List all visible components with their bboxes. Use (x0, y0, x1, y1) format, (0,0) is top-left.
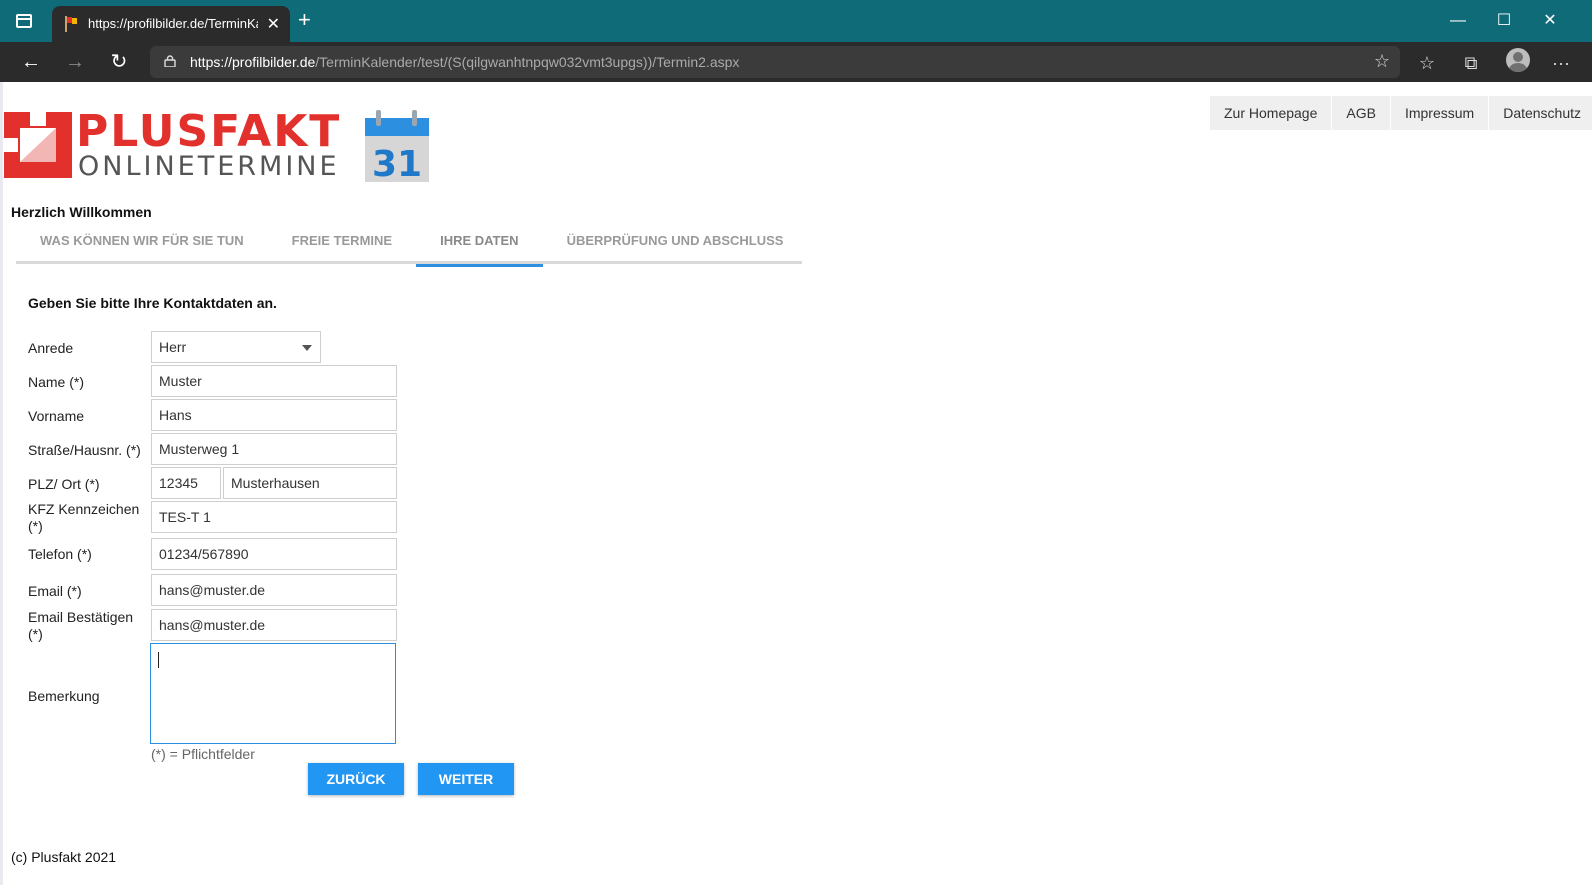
ort-input[interactable]: Musterhausen (223, 467, 397, 499)
vorname-label: Vorname (28, 408, 85, 424)
name-label: Name (*) (28, 374, 85, 390)
logo-text-plusfakt: PLUSFAKT (76, 106, 342, 157)
collections-icon[interactable]: ⧉ (1458, 50, 1484, 76)
browser-toolbar: ← → ↻ https://profilbilder.de/TerminKale… (0, 42, 1592, 82)
close-tab-icon[interactable]: ✕ (267, 14, 280, 34)
step-review[interactable]: ÜBERPRÜFUNG UND ABSCHLUSS (543, 232, 808, 264)
refresh-icon[interactable]: ↻ (104, 48, 134, 76)
url-path: /TerminKalender/test/(S(qilgwanhtnpqw032… (315, 54, 740, 70)
email-confirm-label-line2: (*) (28, 626, 43, 642)
plusfakt-cross-icon (4, 112, 72, 178)
telefon-label: Telefon (*) (28, 546, 92, 562)
anrede-select[interactable]: Herr (151, 331, 321, 363)
anrede-selected-value: Herr (159, 339, 187, 355)
kfz-input[interactable]: TES-T 1 (151, 501, 397, 533)
bemerkung-textarea[interactable] (150, 643, 396, 744)
telefon-input[interactable]: 01234/567890 (151, 538, 397, 570)
browser-tab[interactable]: https://profilbilder.de/TerminKalender/t… (52, 6, 290, 42)
next-button[interactable]: WEITER (418, 763, 514, 795)
tab-actions-icon[interactable] (16, 14, 32, 28)
step-your-data[interactable]: IHRE DATEN (416, 232, 544, 267)
step-progress: WAS KÖNNEN WIR FÜR SIE TUN FREIE TERMINE… (16, 232, 802, 267)
new-tab-icon[interactable]: + (298, 9, 311, 31)
email-confirm-label-line1: Email Bestätigen (28, 609, 134, 625)
email-input[interactable]: hans@muster.de (151, 574, 397, 606)
welcome-text: Herzlich Willkommen (11, 204, 152, 220)
nav-link-datenschutz[interactable]: Datenschutz (1488, 96, 1592, 130)
nav-link-agb[interactable]: AGB (1331, 96, 1390, 130)
bemerkung-label: Bemerkung (28, 688, 100, 704)
email-confirm-input[interactable]: hans@muster.de (151, 609, 397, 641)
maximize-icon[interactable]: ☐ (1484, 6, 1524, 36)
strasse-input[interactable]: Musterweg 1 (151, 433, 397, 465)
required-fields-note: (*) = Pflichtfelder (151, 746, 255, 762)
window-close-icon[interactable]: ✕ (1530, 6, 1570, 36)
dropdown-arrow-icon (302, 345, 312, 351)
nav-link-impressum[interactable]: Impressum (1389, 96, 1489, 130)
text-caret (158, 652, 159, 668)
favorites-icon[interactable]: ☆ (1414, 50, 1440, 76)
plz-input[interactable]: 12345 (151, 467, 221, 499)
kfz-label-line2: (*) (28, 518, 43, 534)
browser-titlebar: https://profilbilder.de/TerminKalender/t… (0, 0, 1592, 42)
kfz-label-line1: KFZ Kennzeichen (28, 501, 140, 517)
footer-copyright: (c) Plusfakt 2021 (11, 849, 117, 865)
minimize-icon[interactable]: — (1438, 6, 1478, 36)
form-instruction: Geben Sie bitte Ihre Kontaktdaten an. (28, 295, 277, 311)
strasse-label: Straße/Hausnr. (*) (28, 442, 141, 458)
site-favicon-icon (65, 16, 77, 32)
plz-ort-label: PLZ/ Ort (*) (28, 476, 100, 492)
page-content: PLUSFAKT ONLINETERMINE 31 Zur Homepage A… (0, 82, 1592, 885)
url-host: https://profilbilder.de (190, 54, 316, 70)
calendar-icon: 31 (365, 110, 429, 182)
back-button[interactable]: ZURÜCK (308, 763, 404, 795)
url-text[interactable]: https://profilbilder.de/TerminKalender/t… (190, 54, 739, 70)
kfz-label: KFZ Kennzeichen (*) (28, 501, 139, 535)
profile-avatar[interactable] (1506, 48, 1530, 72)
address-bar[interactable]: https://profilbilder.de/TerminKalender/t… (150, 46, 1400, 78)
step-services[interactable]: WAS KÖNNEN WIR FÜR SIE TUN (16, 232, 268, 264)
vorname-input[interactable]: Hans (151, 399, 397, 431)
add-favorite-icon[interactable]: ☆ (1374, 51, 1390, 72)
nav-link-homepage[interactable]: Zur Homepage (1209, 96, 1332, 130)
anrede-label: Anrede (28, 340, 74, 356)
forward-arrow-icon[interactable]: → (60, 48, 90, 76)
logo-text-onlinetermine: ONLINETERMINE (78, 151, 340, 182)
calendar-day: 31 (372, 144, 422, 182)
email-confirm-label: Email Bestätigen (*) (28, 609, 133, 643)
name-input[interactable]: Muster (151, 365, 397, 397)
lock-icon[interactable] (164, 55, 176, 67)
top-navigation: Zur Homepage AGB Impressum Datenschutz (1209, 96, 1592, 130)
back-arrow-icon[interactable]: ← (16, 48, 46, 76)
step-free-slots[interactable]: FREIE TERMINE (268, 232, 416, 264)
more-options-icon[interactable]: ··· (1548, 50, 1574, 76)
email-label: Email (*) (28, 583, 82, 599)
tab-title: https://profilbilder.de/TerminKalender/t… (88, 16, 258, 31)
